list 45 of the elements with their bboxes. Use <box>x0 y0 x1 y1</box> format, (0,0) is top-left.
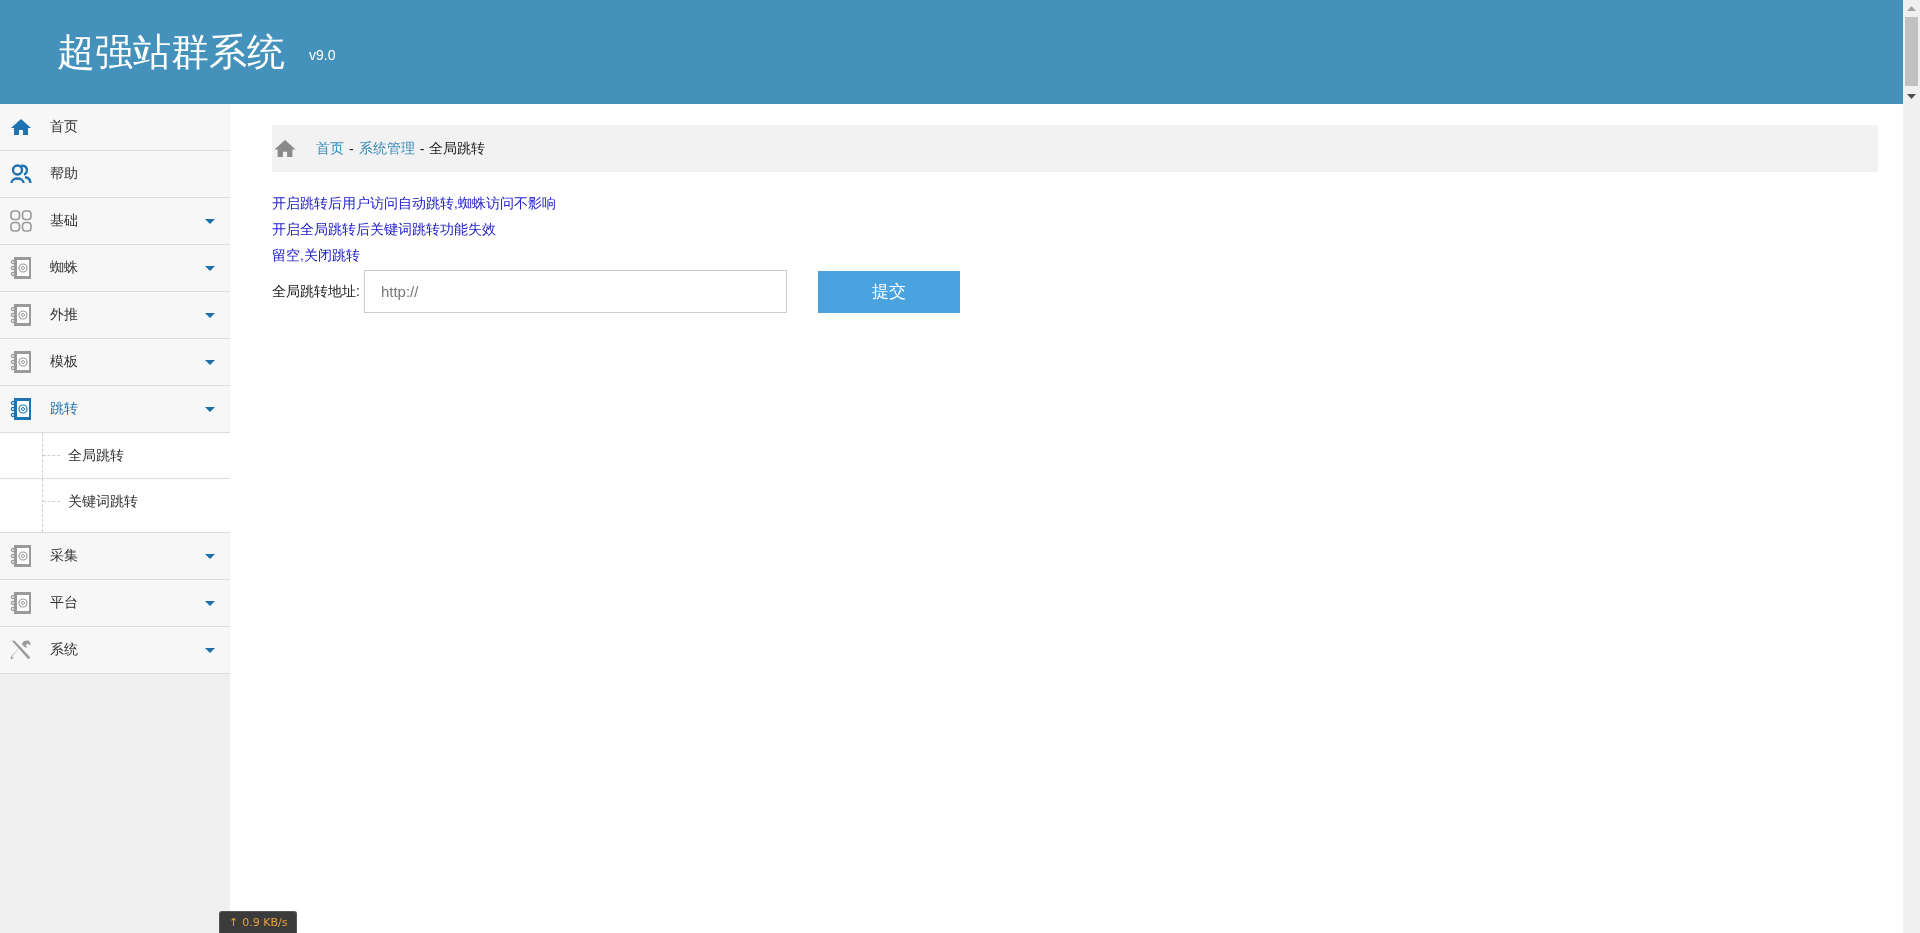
breadcrumb-link[interactable]: 首页 <box>316 139 344 158</box>
submenu-item[interactable]: 关键词跳转 <box>68 492 138 511</box>
home-icon <box>10 118 32 136</box>
grid-icon <box>10 210 32 232</box>
sidebar-item[interactable]: 外推 <box>0 292 230 339</box>
hint-text: 开启跳转后用户访问自动跳转,蜘蛛访问不影响 <box>272 195 557 213</box>
caret-icon <box>205 265 215 271</box>
caret-icon <box>205 647 215 653</box>
sidebar-item[interactable]: 跳转 <box>0 386 230 433</box>
breadcrumb-current: 全局跳转 <box>429 139 486 158</box>
submenu-item[interactable]: 全局跳转 <box>68 446 124 465</box>
address-book-icon <box>10 544 32 568</box>
sidebar-item[interactable]: 平台 <box>0 580 230 627</box>
field-label: 全局跳转地址: <box>272 282 360 301</box>
address-book-icon <box>10 397 32 421</box>
caret-icon <box>205 406 215 412</box>
speed-text: 0.9 KB/s <box>242 916 288 929</box>
caret-icon <box>205 218 215 224</box>
tools-icon <box>10 639 32 661</box>
caret-icon <box>205 553 215 559</box>
sidebar-item[interactable]: 模板 <box>0 339 230 386</box>
app-title: 超强站群系统 <box>57 33 285 71</box>
sidebar-item[interactable]: 系统 <box>0 627 230 674</box>
address-book-icon <box>10 303 32 327</box>
sidebar-item[interactable]: 帮助 <box>0 151 230 198</box>
sidebar-item[interactable]: 蜘蛛 <box>0 245 230 292</box>
version-label: v9.0 <box>309 47 336 63</box>
sidebar-item[interactable]: 首页 <box>0 104 230 151</box>
hint-text: 开启全局跳转后关键词跳转功能失效 <box>272 221 497 239</box>
breadcrumb-separator: - <box>349 140 354 157</box>
caret-icon <box>205 312 215 318</box>
url-input-field[interactable]: http:// <box>363 270 787 313</box>
sidebar-item[interactable]: 采集 <box>0 533 230 580</box>
address-book-icon <box>10 591 32 615</box>
caret-icon <box>205 359 215 365</box>
upload-arrow-icon: ↑ <box>229 916 239 929</box>
breadcrumb-separator: - <box>419 140 425 157</box>
hint-text: 留空,关闭跳转 <box>272 247 361 265</box>
caret-icon <box>205 600 215 606</box>
users-icon <box>10 164 32 184</box>
address-book-icon <box>10 350 32 374</box>
breadcrumb-link[interactable]: 系统管理 <box>358 139 415 158</box>
home-icon <box>273 139 297 158</box>
sidebar-item[interactable]: 基础 <box>0 198 230 245</box>
address-book-icon <box>10 256 32 280</box>
